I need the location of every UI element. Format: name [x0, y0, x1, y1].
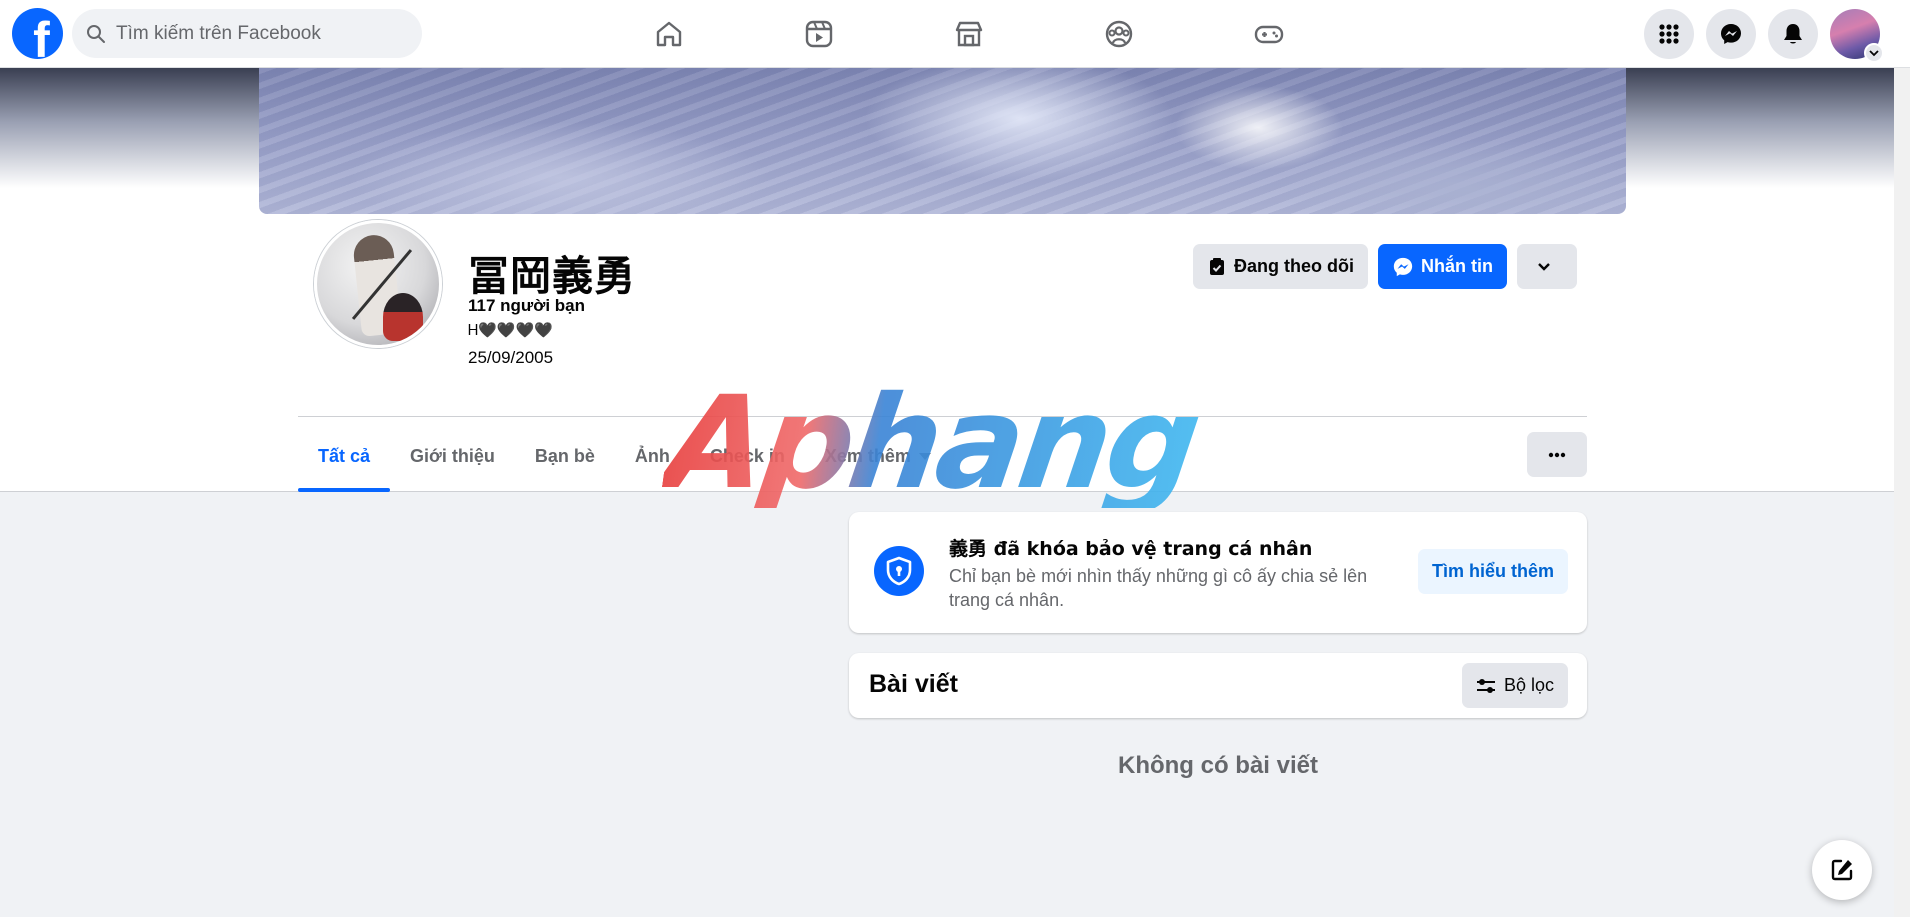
notifications-icon [1784, 24, 1802, 44]
following-check-icon [1210, 257, 1224, 275]
tab-photos[interactable]: Ảnh [615, 420, 690, 492]
filter-sliders-icon [1476, 678, 1495, 693]
compose-message-button[interactable] [1812, 840, 1872, 900]
profile-birthday: 25/09/2005 [468, 348, 554, 367]
shield-lock-icon [874, 546, 924, 596]
page-scrollbar[interactable] [1894, 68, 1910, 917]
following-label: Đang theo dõi [1234, 256, 1354, 276]
nav-home[interactable] [594, 0, 744, 68]
menu-grid-icon [1659, 24, 1679, 44]
gaming-icon [1254, 25, 1284, 44]
search-icon [87, 24, 105, 43]
profile-tabs: Tất cả Giới thiệu Bạn bè Ảnh Check in Xe… [298, 420, 951, 492]
message-label: Nhắn tin [1421, 256, 1493, 276]
marketplace-icon [955, 21, 983, 47]
home-icon [656, 21, 682, 47]
groups-icon [1105, 20, 1133, 48]
nav-right-actions [1644, 9, 1884, 63]
tab-friends[interactable]: Bạn bè [515, 420, 615, 492]
posts-header-card: Bài viết Bộ lọc [849, 653, 1587, 718]
message-button[interactable]: Nhắn tin [1378, 244, 1507, 289]
locked-profile-card: 義勇 đã khóa bảo vệ trang cá nhân Chỉ bạn … [849, 512, 1587, 633]
cover-photo[interactable] [259, 68, 1626, 214]
profile-actions: Đang theo dõi Nhắn tin [1193, 244, 1577, 289]
menu-button[interactable] [1644, 9, 1694, 59]
more-actions-button[interactable] [1517, 244, 1577, 289]
locked-profile-title: 義勇 đã khóa bảo vệ trang cá nhân [949, 538, 1313, 560]
main-nav-tabs [594, 0, 1344, 68]
profile-bio: Ꮋ🖤🖤🖤🖤 [468, 321, 553, 339]
nav-marketplace[interactable] [894, 0, 1044, 68]
messenger-button[interactable] [1706, 9, 1756, 59]
profile-picture[interactable] [314, 220, 442, 348]
top-navbar: f [0, 0, 1910, 68]
more-dots-icon [1548, 452, 1566, 457]
tab-all[interactable]: Tất cả [298, 420, 391, 492]
tab-check-in[interactable]: Check in [690, 420, 805, 492]
facebook-logo[interactable]: f [12, 8, 63, 59]
tab-about[interactable]: Giới thiệu [390, 420, 515, 492]
filter-button[interactable]: Bộ lọc [1461, 663, 1568, 708]
nav-gaming[interactable] [1194, 0, 1344, 68]
account-avatar[interactable] [1830, 9, 1884, 63]
tab-see-more[interactable]: Xem thêm [805, 420, 951, 492]
search-input[interactable] [116, 22, 396, 45]
notifications-button[interactable] [1768, 9, 1818, 59]
posts-title: Bài viết [869, 670, 958, 698]
messenger-icon [1721, 24, 1741, 44]
messenger-icon [1393, 257, 1413, 276]
caret-down-icon [918, 452, 931, 460]
learn-more-button[interactable]: Tìm hiểu thêm [1417, 549, 1568, 594]
video-icon [805, 20, 833, 48]
filter-label: Bộ lọc [1503, 675, 1554, 695]
profile-header: 冨岡義勇 117 người bạn Ꮋ🖤🖤🖤🖤 25/09/2005 Đang… [0, 68, 1894, 492]
no-posts-message: Không có bài viết [1117, 752, 1318, 779]
search-box[interactable] [72, 9, 422, 58]
chevron-down-icon [1864, 43, 1884, 63]
profile-name: 冨岡義勇 [468, 252, 636, 300]
nav-video[interactable] [744, 0, 894, 68]
nav-groups[interactable] [1044, 0, 1194, 68]
following-button[interactable]: Đang theo dõi [1193, 244, 1368, 289]
friends-count[interactable]: 117 người bạn [468, 296, 585, 316]
tab-divider [298, 416, 1587, 417]
compose-edit-icon [1831, 859, 1853, 881]
tabs-more-button[interactable] [1527, 432, 1587, 477]
locked-profile-description: Chỉ bạn bè mới nhìn thấy những gì cô ấy … [949, 566, 1368, 611]
chevron-down-icon [1537, 262, 1550, 271]
